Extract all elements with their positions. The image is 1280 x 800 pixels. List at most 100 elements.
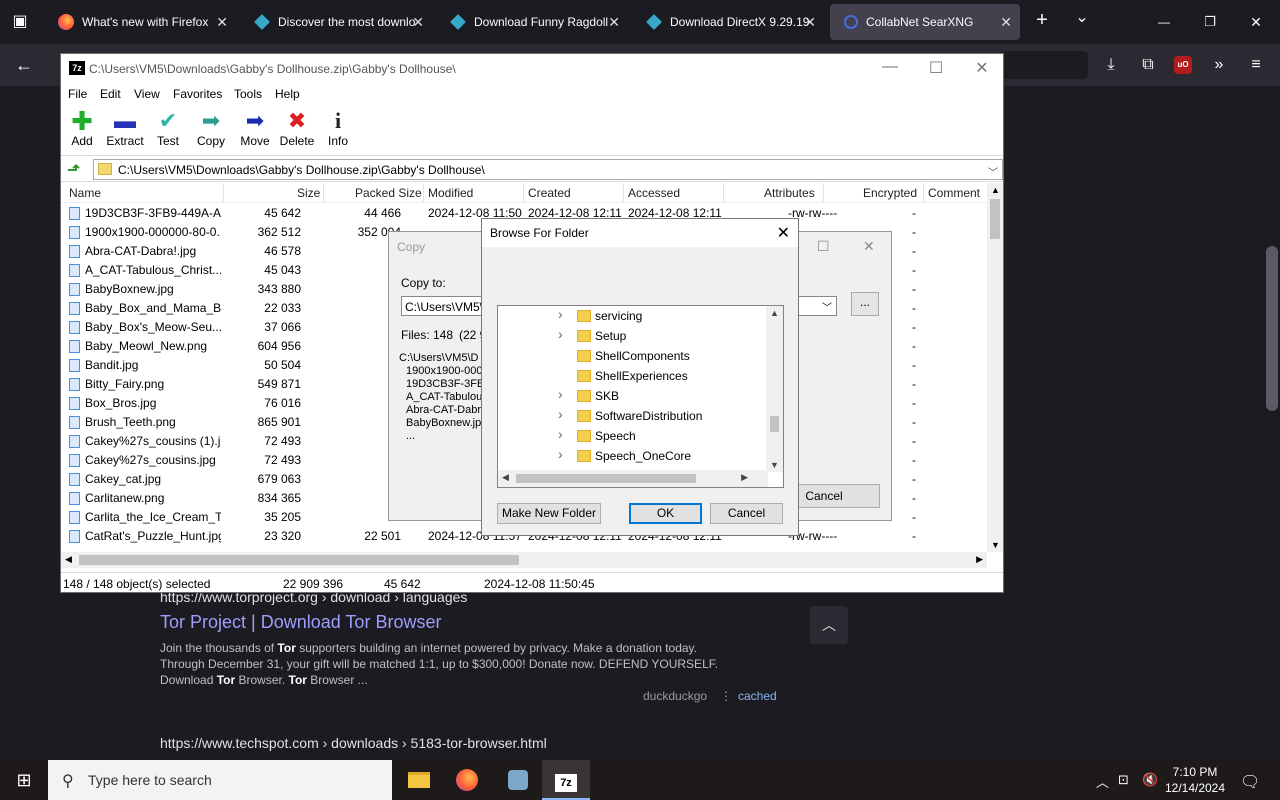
tab-list-button[interactable]: ⌄ bbox=[1070, 8, 1094, 28]
tree-hscrollbar[interactable]: ◀ ▶ bbox=[498, 470, 768, 487]
tab-searxng[interactable]: CollabNet SearXNG ✕ bbox=[830, 4, 1020, 40]
volume-muted-icon[interactable]: 🔇 bbox=[1142, 772, 1158, 788]
chevron-right-icon[interactable]: › bbox=[558, 386, 563, 402]
col-encrypted[interactable]: Encrypted bbox=[863, 186, 917, 200]
close-tab-icon[interactable]: ✕ bbox=[608, 14, 620, 31]
tab-whats-new[interactable]: What's new with Firefox ✕ bbox=[44, 4, 236, 40]
close-button[interactable]: ✕ bbox=[959, 58, 1005, 78]
file-list-hscrollbar[interactable]: ◀ ▶ bbox=[61, 552, 987, 568]
file-explorer-icon[interactable] bbox=[395, 760, 443, 800]
maximize-button[interactable]: ☐ bbox=[817, 238, 830, 255]
taskbar-clock[interactable]: 7:10 PM 12/14/2024 bbox=[1162, 764, 1228, 796]
folder-tree-item[interactable]: › Setup bbox=[498, 326, 768, 346]
chevron-down-icon[interactable]: ﹀ bbox=[822, 299, 832, 314]
extract-button[interactable]: ▬ Extract bbox=[105, 108, 145, 148]
menu-edit[interactable]: Edit bbox=[100, 87, 121, 101]
scrollbar-thumb[interactable] bbox=[79, 555, 519, 565]
scroll-up-arrow[interactable]: ▲ bbox=[991, 185, 1000, 195]
address-input[interactable]: C:\Users\VM5\Downloads\Gabby's Dollhouse… bbox=[93, 159, 1003, 180]
downloads-icon[interactable]: ⤓ bbox=[1100, 55, 1122, 75]
close-tab-icon[interactable]: ✕ bbox=[412, 14, 424, 31]
tree-vscrollbar[interactable]: ▲ ▼ bbox=[766, 306, 783, 472]
scroll-left-arrow[interactable]: ◀ bbox=[502, 472, 509, 483]
tab-directx[interactable]: Download DirectX 9.29.19 ✕ bbox=[632, 4, 824, 40]
window-minimize-button[interactable]: — bbox=[1150, 12, 1178, 32]
page-scrollbar[interactable] bbox=[1264, 86, 1280, 760]
chevron-right-icon[interactable]: › bbox=[558, 306, 563, 322]
col-accessed[interactable]: Accessed bbox=[628, 186, 680, 200]
folder-tree-item[interactable]: ShellComponents bbox=[498, 346, 768, 366]
info-button[interactable]: i Info bbox=[327, 108, 349, 148]
folder-tree-item[interactable]: › SoftwareDistribution bbox=[498, 406, 768, 426]
notifications-icon[interactable]: 🗨 bbox=[1240, 772, 1260, 792]
col-comment[interactable]: Comment bbox=[928, 186, 980, 200]
minimize-button[interactable]: — bbox=[867, 58, 913, 76]
folder-tree-item[interactable]: › servicing bbox=[498, 306, 768, 326]
folder-tree-item[interactable]: › Speech bbox=[498, 426, 768, 446]
scrollbar-thumb[interactable] bbox=[770, 416, 779, 432]
close-button[interactable]: ✕ bbox=[777, 223, 790, 243]
firefox-taskbar-icon[interactable] bbox=[443, 760, 491, 800]
cancel-button[interactable]: Cancel bbox=[710, 503, 783, 524]
ublock-icon[interactable]: uO bbox=[1174, 56, 1192, 74]
make-new-folder-button[interactable]: Make New Folder bbox=[497, 503, 601, 524]
col-created[interactable]: Created bbox=[528, 186, 571, 200]
parent-folder-icon[interactable]: ⬏ bbox=[67, 160, 80, 180]
menu-file[interactable]: File bbox=[68, 87, 87, 101]
scroll-up-arrow[interactable]: ▲ bbox=[770, 308, 779, 318]
tab-overview-icon[interactable]: ▣ bbox=[10, 12, 30, 32]
test-button[interactable]: ✔ Test bbox=[155, 108, 181, 148]
network-icon[interactable]: ⊡ bbox=[1118, 772, 1129, 788]
hamburger-menu-icon[interactable]: ≡ bbox=[1245, 55, 1267, 75]
col-size[interactable]: Size bbox=[297, 186, 320, 200]
scroll-left-arrow[interactable]: ◀ bbox=[65, 554, 72, 565]
scroll-down-arrow[interactable]: ▼ bbox=[770, 460, 779, 470]
new-tab-button[interactable]: + bbox=[1030, 10, 1054, 30]
move-button[interactable]: ➡ Move bbox=[239, 108, 271, 148]
close-tab-icon[interactable]: ✕ bbox=[804, 14, 816, 31]
chevron-down-icon[interactable]: ﹀ bbox=[988, 164, 998, 179]
window-restore-button[interactable]: ❐ bbox=[1196, 12, 1224, 32]
close-button[interactable]: ✕ bbox=[863, 238, 875, 255]
app-taskbar-icon[interactable] bbox=[494, 760, 542, 800]
taskbar-search[interactable]: ⚲ Type here to search bbox=[48, 760, 392, 800]
tray-chevron-up-icon[interactable]: ︿ bbox=[1096, 772, 1109, 791]
col-name[interactable]: Name bbox=[69, 186, 101, 200]
scrollbar-thumb[interactable] bbox=[1266, 246, 1278, 411]
copy-button[interactable]: ➡ Copy bbox=[195, 108, 227, 148]
extensions-icon[interactable]: ⧉ bbox=[1137, 55, 1159, 75]
close-tab-icon[interactable]: ✕ bbox=[1000, 14, 1012, 31]
add-button[interactable]: ✚ Add bbox=[69, 108, 95, 148]
chevron-right-icon[interactable]: › bbox=[558, 406, 563, 422]
scroll-to-top-button[interactable]: ︿ bbox=[810, 606, 848, 644]
overflow-menu-icon[interactable]: » bbox=[1208, 55, 1230, 75]
scroll-right-arrow[interactable]: ▶ bbox=[741, 472, 748, 483]
menu-tools[interactable]: Tools bbox=[234, 87, 262, 101]
delete-button[interactable]: ✖ Delete bbox=[279, 108, 315, 148]
close-tab-icon[interactable]: ✕ bbox=[216, 14, 228, 31]
scroll-right-arrow[interactable]: ▶ bbox=[976, 554, 983, 565]
chevron-right-icon[interactable]: › bbox=[558, 426, 563, 442]
scrollbar-thumb[interactable] bbox=[516, 474, 696, 483]
maximize-button[interactable]: ☐ bbox=[913, 58, 959, 78]
chevron-right-icon[interactable]: › bbox=[558, 326, 563, 342]
col-packed-size[interactable]: Packed Size bbox=[355, 186, 422, 200]
tab-discover[interactable]: Discover the most downlo ✕ bbox=[240, 4, 432, 40]
window-close-button[interactable]: ✕ bbox=[1242, 12, 1270, 32]
menu-view[interactable]: View bbox=[134, 87, 160, 101]
scrollbar-thumb[interactable] bbox=[990, 199, 1000, 239]
chevron-right-icon[interactable]: › bbox=[558, 446, 563, 462]
result-url[interactable]: https://www.techspot.com › downloads › 5… bbox=[160, 735, 547, 751]
tab-ragdoll[interactable]: Download Funny Ragdoll ✕ bbox=[436, 4, 628, 40]
menu-favorites[interactable]: Favorites bbox=[173, 87, 222, 101]
result-title-link[interactable]: Tor Project | Download Tor Browser bbox=[160, 612, 441, 633]
back-button[interactable]: ← bbox=[12, 55, 36, 75]
folder-tree-item[interactable]: ShellExperiences bbox=[498, 366, 768, 386]
ok-button[interactable]: OK bbox=[629, 503, 702, 524]
col-modified[interactable]: Modified bbox=[428, 186, 473, 200]
folder-tree-item[interactable]: › Speech_OneCore bbox=[498, 446, 768, 466]
windows-start-icon[interactable]: ⊞ bbox=[0, 760, 48, 800]
menu-help[interactable]: Help bbox=[275, 87, 300, 101]
sevenzip-taskbar-icon[interactable]: 7z bbox=[542, 760, 590, 800]
file-list-vscrollbar[interactable]: ▲ ▼ bbox=[987, 183, 1003, 552]
